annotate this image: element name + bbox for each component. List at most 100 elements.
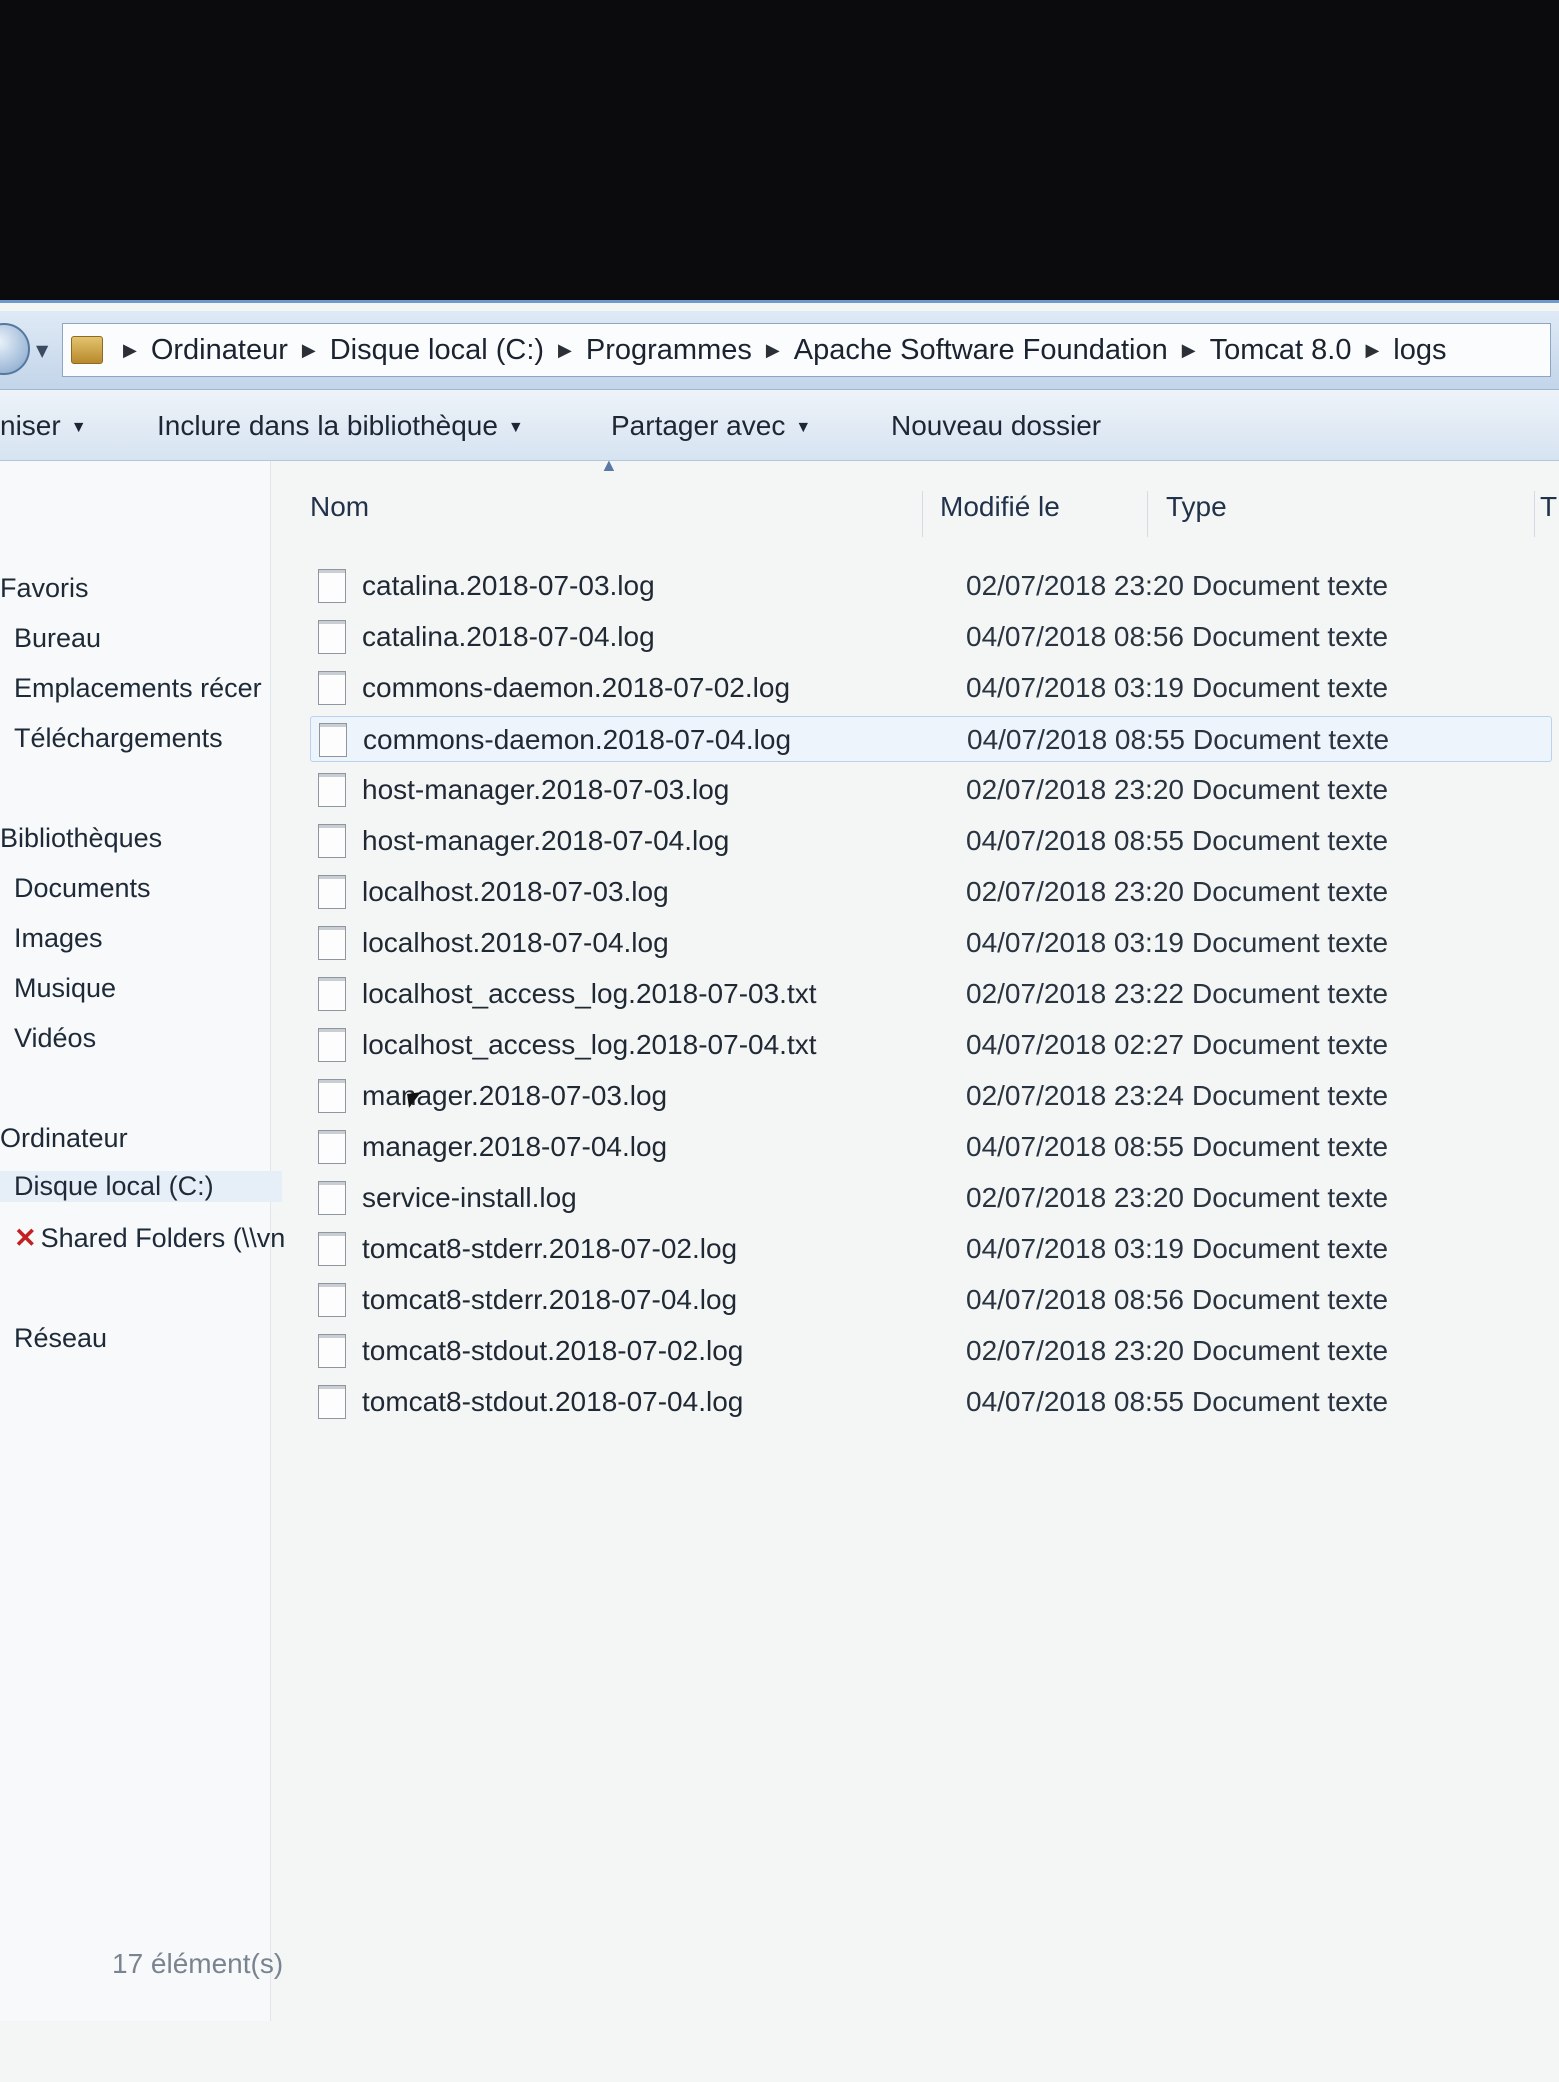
chevron-right-icon[interactable]: ▶ bbox=[1365, 340, 1379, 361]
breadcrumb-item-programmes[interactable]: Programmes bbox=[586, 334, 752, 367]
file-row[interactable]: catalina.2018-07-04.log 04/07/2018 08:56… bbox=[310, 614, 1550, 658]
file-row[interactable]: tomcat8-stdout.2018-07-04.log 04/07/2018… bbox=[310, 1379, 1550, 1423]
chevron-down-icon: ▼ bbox=[795, 418, 812, 436]
nav-recent-places[interactable]: Emplacements récer bbox=[14, 673, 262, 704]
file-name: localhost_access_log.2018-07-04.txt bbox=[362, 1029, 817, 1060]
file-name: manager.2018-07-04.log bbox=[362, 1131, 668, 1162]
chevron-right-icon[interactable]: ▶ bbox=[123, 340, 137, 361]
file-type: Document texte bbox=[1193, 724, 1390, 755]
breadcrumb-item-ordinateur[interactable]: Ordinateur bbox=[151, 334, 288, 367]
file-name: localhost.2018-07-03.log bbox=[362, 876, 669, 907]
chevron-right-icon[interactable]: ▶ bbox=[766, 340, 780, 361]
file-type: Document texte bbox=[1192, 1029, 1389, 1060]
file-name: host-manager.2018-07-04.log bbox=[362, 825, 730, 856]
nav-network[interactable]: Réseau bbox=[14, 1323, 107, 1354]
file-name: tomcat8-stdout.2018-07-04.log bbox=[362, 1386, 744, 1417]
nav-desktop[interactable]: Bureau bbox=[14, 623, 101, 654]
text-file-icon bbox=[318, 824, 346, 858]
include-library-button[interactable]: Inclure dans la bibliothèque ▼ bbox=[157, 410, 524, 442]
file-row[interactable]: host-manager.2018-07-04.log 04/07/2018 0… bbox=[310, 818, 1550, 862]
file-date: 04/07/2018 08:55 bbox=[966, 1386, 1184, 1417]
file-row[interactable]: localhost_access_log.2018-07-04.txt 04/0… bbox=[310, 1022, 1550, 1066]
history-dropdown-icon[interactable]: ▼ bbox=[36, 341, 48, 360]
new-folder-label: Nouveau dossier bbox=[891, 410, 1102, 441]
file-type: Document texte bbox=[1192, 927, 1389, 958]
breadcrumb-item-disque-local[interactable]: Disque local (C:) bbox=[330, 334, 544, 367]
nav-music[interactable]: Musique bbox=[14, 973, 116, 1004]
column-header-size[interactable]: T bbox=[1540, 491, 1557, 523]
file-row[interactable]: localhost_access_log.2018-07-03.txt 02/0… bbox=[310, 971, 1550, 1015]
file-date: 02/07/2018 23:20 bbox=[966, 570, 1184, 601]
file-date: 02/07/2018 23:20 bbox=[966, 1335, 1184, 1366]
file-date: 02/07/2018 23:24 bbox=[966, 1080, 1184, 1111]
file-row[interactable]: host-manager.2018-07-03.log 02/07/2018 2… bbox=[310, 767, 1550, 811]
text-file-icon bbox=[318, 1079, 346, 1113]
file-date: 02/07/2018 23:20 bbox=[966, 1182, 1184, 1213]
breadcrumb-item-apache[interactable]: Apache Software Foundation bbox=[794, 334, 1168, 367]
breadcrumb-item-tomcat[interactable]: Tomcat 8.0 bbox=[1210, 334, 1352, 367]
disconnected-icon: ✕ bbox=[14, 1223, 37, 1253]
column-header-type[interactable]: Type bbox=[1166, 491, 1227, 523]
file-row[interactable]: localhost.2018-07-04.log 04/07/2018 03:1… bbox=[310, 920, 1550, 964]
file-row[interactable]: tomcat8-stderr.2018-07-04.log 04/07/2018… bbox=[310, 1277, 1550, 1321]
file-type: Document texte bbox=[1192, 1182, 1389, 1213]
file-type: Document texte bbox=[1192, 621, 1389, 652]
file-date: 04/07/2018 02:27 bbox=[966, 1029, 1184, 1060]
file-name: service-install.log bbox=[362, 1182, 577, 1213]
nav-documents[interactable]: Documents bbox=[14, 873, 151, 904]
file-type: Document texte bbox=[1192, 1233, 1389, 1264]
text-file-icon bbox=[318, 1232, 346, 1266]
text-file-icon bbox=[318, 926, 346, 960]
share-with-button[interactable]: Partager avec ▼ bbox=[611, 410, 811, 442]
file-name: catalina.2018-07-03.log bbox=[362, 570, 655, 601]
column-divider[interactable] bbox=[922, 491, 923, 537]
organize-label: niser bbox=[0, 410, 61, 441]
file-date: 04/07/2018 08:56 bbox=[966, 1284, 1184, 1315]
navigation-pane: Favoris Bureau Emplacements récer Téléch… bbox=[0, 461, 285, 2021]
file-type: Document texte bbox=[1192, 1386, 1389, 1417]
file-type: Document texte bbox=[1192, 672, 1389, 703]
chevron-down-icon: ▼ bbox=[70, 418, 87, 436]
back-button[interactable] bbox=[0, 323, 30, 375]
file-name: catalina.2018-07-04.log bbox=[362, 621, 655, 652]
nav-local-disk[interactable]: Disque local (C:) bbox=[0, 1171, 282, 1202]
file-row[interactable]: catalina.2018-07-03.log 02/07/2018 23:20… bbox=[310, 563, 1550, 607]
column-header-modified[interactable]: Modifié le bbox=[940, 491, 1060, 523]
file-row[interactable]: tomcat8-stdout.2018-07-02.log 02/07/2018… bbox=[310, 1328, 1550, 1372]
file-row[interactable]: localhost.2018-07-03.log 02/07/2018 23:2… bbox=[310, 869, 1550, 913]
new-folder-button[interactable]: Nouveau dossier bbox=[891, 410, 1101, 442]
text-file-icon bbox=[318, 1028, 346, 1062]
chevron-right-icon[interactable]: ▶ bbox=[558, 340, 572, 361]
column-divider[interactable] bbox=[1534, 491, 1535, 537]
file-name: host-manager.2018-07-03.log bbox=[362, 774, 730, 805]
file-name: tomcat8-stderr.2018-07-04.log bbox=[362, 1284, 738, 1315]
nav-libraries[interactable]: Bibliothèques bbox=[0, 823, 162, 854]
file-row[interactable]: service-install.log 02/07/2018 23:20 Doc… bbox=[310, 1175, 1550, 1219]
nav-local-disk-label: Disque local (C:) bbox=[14, 1171, 214, 1201]
chevron-right-icon[interactable]: ▶ bbox=[1182, 340, 1196, 361]
share-with-label: Partager avec bbox=[611, 410, 786, 441]
file-row[interactable]: commons-daemon.2018-07-02.log 04/07/2018… bbox=[310, 665, 1550, 709]
file-row[interactable]: tomcat8-stderr.2018-07-02.log 04/07/2018… bbox=[310, 1226, 1550, 1270]
nav-videos[interactable]: Vidéos bbox=[14, 1023, 96, 1054]
status-item-count: 17 élément(s) bbox=[112, 1948, 284, 1979]
chevron-right-icon[interactable]: ▶ bbox=[302, 340, 316, 361]
nav-images[interactable]: Images bbox=[14, 923, 103, 954]
text-file-icon bbox=[318, 977, 346, 1011]
file-date: 04/07/2018 08:55 bbox=[967, 724, 1185, 755]
column-divider[interactable] bbox=[1147, 491, 1148, 537]
column-header-name[interactable]: Nom bbox=[310, 491, 369, 523]
file-row[interactable]: manager.2018-07-03.log 02/07/2018 23:24 … bbox=[310, 1073, 1550, 1117]
file-date: 04/07/2018 08:55 bbox=[966, 1131, 1184, 1162]
nav-favorites[interactable]: Favoris bbox=[0, 573, 89, 604]
breadcrumb[interactable]: ▶ Ordinateur ▶ Disque local (C:) ▶ Progr… bbox=[62, 323, 1551, 377]
file-row[interactable]: manager.2018-07-04.log 04/07/2018 08:55 … bbox=[310, 1124, 1550, 1168]
breadcrumb-item-logs[interactable]: logs bbox=[1393, 334, 1446, 367]
nav-downloads[interactable]: Téléchargements bbox=[14, 723, 223, 754]
nav-computer[interactable]: Ordinateur bbox=[0, 1123, 128, 1154]
file-date: 02/07/2018 23:22 bbox=[966, 978, 1184, 1009]
nav-shared-folders[interactable]: ✕ Shared Folders (\\vn bbox=[14, 1223, 285, 1254]
file-row-hovered[interactable]: commons-daemon.2018-07-04.log 04/07/2018… bbox=[310, 716, 1552, 762]
organize-button[interactable]: niser ▼ bbox=[0, 410, 87, 442]
file-name: localhost_access_log.2018-07-03.txt bbox=[362, 978, 817, 1009]
